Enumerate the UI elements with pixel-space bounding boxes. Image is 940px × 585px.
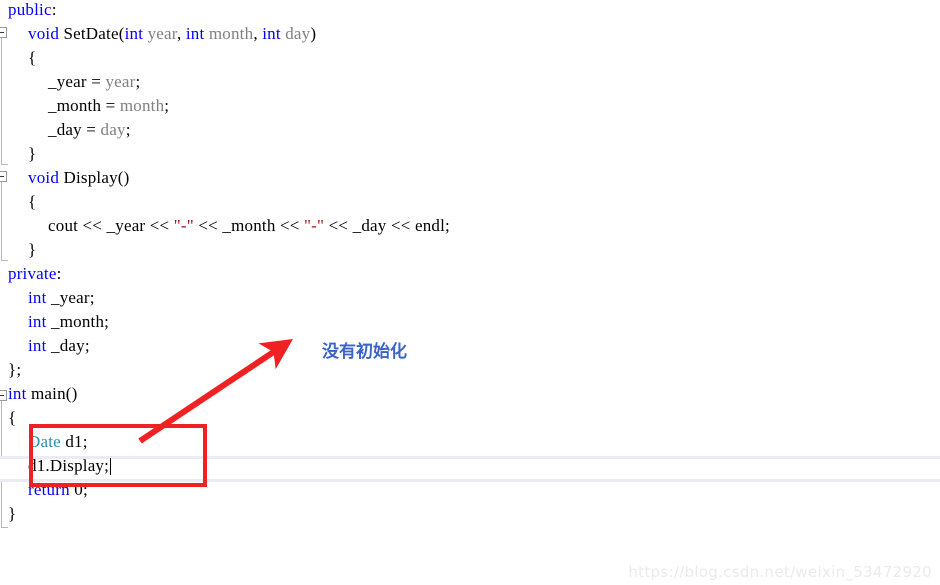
code-token: _year; [46, 288, 95, 307]
code-line[interactable]: Date d1; [28, 430, 88, 454]
code-token: void [28, 168, 60, 187]
code-line[interactable]: int _month; [28, 310, 109, 334]
code-token: : [51, 0, 57, 19]
code-token: int [8, 384, 27, 403]
code-token: main() [26, 384, 78, 403]
code-token: { [8, 408, 17, 427]
code-token: _month; [46, 312, 110, 331]
editor-fold-gutter[interactable] [0, 0, 14, 585]
code-token: } [28, 240, 37, 259]
code-token: day [100, 120, 126, 139]
code-token: ; [135, 72, 141, 91]
code-line[interactable]: { [28, 46, 36, 70]
code-token: month [119, 96, 165, 115]
code-token: day [285, 24, 311, 43]
code-line[interactable]: { [8, 406, 16, 430]
fold-marker-main[interactable] [0, 390, 7, 401]
code-token: _day = [48, 120, 101, 139]
code-token: ; [164, 96, 170, 115]
code-token: int [185, 24, 205, 43]
code-line[interactable]: cout << _year << "-" << _month << "-" <<… [48, 214, 450, 238]
text-caret [110, 458, 112, 475]
code-editor[interactable]: public: void SetDate(int year, int month,… [0, 0, 940, 585]
code-token: return [28, 480, 70, 499]
code-token: Display() [59, 168, 130, 187]
code-line[interactable]: }; [8, 358, 21, 382]
code-token: Date [28, 432, 61, 451]
code-token: int [28, 288, 47, 307]
code-line[interactable]: int main() [8, 382, 78, 406]
code-token: d1; [60, 432, 88, 451]
code-token: public [8, 0, 52, 19]
code-token: ) [310, 24, 317, 43]
code-line[interactable]: } [28, 142, 36, 166]
fold-marker-setdate[interactable] [0, 27, 7, 38]
fold-guide-setdate [1, 38, 2, 164]
fold-guide-end-main [1, 527, 8, 528]
code-token: , [176, 24, 186, 43]
code-line[interactable]: private: [8, 262, 62, 286]
code-line[interactable]: int _day; [28, 334, 90, 358]
code-line[interactable]: void Display() [28, 166, 130, 190]
fold-marker-display[interactable] [0, 171, 7, 182]
code-token: year [147, 24, 177, 43]
code-token: 0; [69, 480, 88, 499]
code-token: } [28, 144, 37, 163]
code-line[interactable]: d1.Display; [28, 454, 109, 478]
code-line[interactable]: return 0; [28, 478, 88, 502]
code-token: private [8, 264, 57, 283]
code-line[interactable]: } [8, 502, 16, 526]
code-token: }; [8, 360, 22, 379]
code-line[interactable]: _year = year; [48, 70, 140, 94]
code-token: } [8, 504, 17, 523]
code-token: SetDate [59, 24, 119, 43]
code-token: ; [125, 120, 131, 139]
code-token: void [28, 24, 60, 43]
code-token: d1.Display; [28, 456, 110, 475]
code-token: { [28, 48, 37, 67]
code-line[interactable]: } [28, 238, 36, 262]
code-token: _year = [48, 72, 106, 91]
fold-guide-end-display [1, 260, 8, 261]
code-token: int [28, 312, 47, 331]
code-line[interactable]: public: [8, 0, 57, 22]
code-token: "-" [304, 216, 325, 235]
code-token: "-" [173, 216, 194, 235]
fold-guide-end-setdate [1, 164, 8, 165]
code-token: << _day << endl; [324, 216, 450, 235]
code-token: month [208, 24, 254, 43]
code-token: int [28, 336, 47, 355]
code-line[interactable]: { [28, 190, 36, 214]
code-token: << _month << [193, 216, 305, 235]
code-token: _day; [46, 336, 90, 355]
current-line-highlight [0, 456, 940, 482]
code-token: int [124, 24, 144, 43]
code-token: , [253, 24, 263, 43]
code-token: { [28, 192, 37, 211]
code-token: cout << _year << [48, 216, 174, 235]
fold-guide-display [1, 182, 2, 260]
code-line[interactable]: int _year; [28, 286, 95, 310]
code-token: _month = [48, 96, 120, 115]
code-token: year [105, 72, 136, 91]
code-line[interactable]: void SetDate(int year, int month, int da… [28, 22, 316, 46]
code-token: : [56, 264, 62, 283]
code-line[interactable]: _day = day; [48, 118, 131, 142]
code-token: int [262, 24, 281, 43]
code-line[interactable]: _month = month; [48, 94, 169, 118]
